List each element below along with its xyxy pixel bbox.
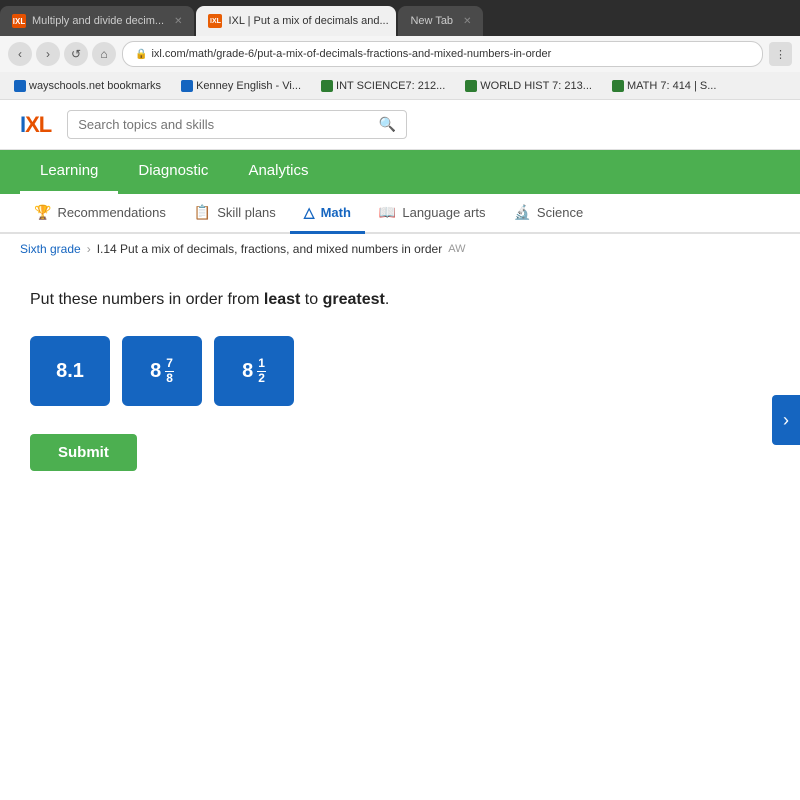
bookmark-2[interactable]: Kenney English - Vi... bbox=[175, 78, 307, 94]
skillplans-icon: 📋 bbox=[194, 204, 211, 221]
breadcrumb-topic: I.14 Put a mix of decimals, fractions, a… bbox=[97, 242, 443, 256]
back-button[interactable]: ‹ bbox=[8, 42, 32, 66]
search-input[interactable] bbox=[78, 117, 371, 132]
address-text: ixl.com/math/grade-6/put-a-mix-of-decima… bbox=[151, 48, 551, 60]
ixl-app: IXL 🔍 Learning Diagnostic Analytics 🏆 Re… bbox=[0, 100, 800, 800]
bookmark2-favicon bbox=[181, 80, 193, 92]
nav-analytics[interactable]: Analytics bbox=[228, 150, 328, 194]
tab-3[interactable]: New Tab ✕ bbox=[398, 6, 483, 36]
subnav-recommendations-label: Recommendations bbox=[57, 205, 165, 220]
ixl-subnav: 🏆 Recommendations 📋 Skill plans △ Math 📖… bbox=[0, 194, 800, 234]
question-text: Put these numbers in order from least to… bbox=[30, 288, 770, 312]
ixl-nav: Learning Diagnostic Analytics bbox=[0, 150, 800, 194]
tile3-whole: 8 bbox=[242, 360, 253, 383]
subnav-skillplans-label: Skill plans bbox=[217, 205, 276, 220]
subnav-languagearts[interactable]: 📖 Language arts bbox=[365, 194, 500, 234]
forward-button[interactable]: › bbox=[36, 42, 60, 66]
bookmark-5[interactable]: MATH 7: 414 | S... bbox=[606, 78, 722, 94]
breadcrumb: Sixth grade › I.14 Put a mix of decimals… bbox=[0, 234, 800, 264]
tab-2[interactable]: IXL IXL | Put a mix of decimals and... ✕ bbox=[196, 6, 396, 36]
nav-learning-label: Learning bbox=[40, 162, 98, 179]
tab2-favicon: IXL bbox=[208, 14, 222, 28]
number-tiles: 8.1 8 7 8 8 1 2 bbox=[30, 336, 770, 406]
bookmark-3[interactable]: INT SCIENCE7: 212... bbox=[315, 78, 451, 94]
nav-analytics-label: Analytics bbox=[248, 162, 308, 179]
address-bar-row: ‹ › ↺ ⌂ 🔒 ixl.com/math/grade-6/put-a-mix… bbox=[0, 36, 800, 72]
bookmark-1[interactable]: wayschools.net bookmarks bbox=[8, 78, 167, 94]
tile-2[interactable]: 8 7 8 bbox=[122, 336, 202, 406]
tile2-denominator: 8 bbox=[165, 372, 174, 385]
question-suffix: . bbox=[385, 291, 389, 308]
breadcrumb-code: AW bbox=[448, 243, 465, 255]
nav-buttons: ‹ › ↺ ⌂ bbox=[8, 42, 116, 66]
tile3-fraction: 1 2 bbox=[257, 357, 266, 384]
subnav-recommendations[interactable]: 🏆 Recommendations bbox=[20, 194, 180, 234]
tile2-numerator: 7 bbox=[165, 357, 174, 371]
subnav-skillplans[interactable]: 📋 Skill plans bbox=[180, 194, 290, 234]
extensions-button[interactable]: ⋮ bbox=[769, 42, 792, 66]
bookmark1-label: wayschools.net bookmarks bbox=[29, 80, 161, 92]
nav-diagnostic[interactable]: Diagnostic bbox=[118, 150, 228, 194]
tab-1[interactable]: IXL Multiply and divide decim... ✕ bbox=[0, 6, 194, 36]
bookmark5-label: MATH 7: 414 | S... bbox=[627, 80, 716, 92]
ixl-search-box[interactable]: 🔍 bbox=[67, 110, 407, 139]
tile1-value: 8.1 bbox=[56, 360, 84, 383]
bookmark1-favicon bbox=[14, 80, 26, 92]
home-button[interactable]: ⌂ bbox=[92, 42, 116, 66]
ixl-content: Put these numbers in order from least to… bbox=[0, 264, 800, 800]
bookmark4-favicon bbox=[465, 80, 477, 92]
tile2-fraction: 7 8 bbox=[165, 357, 174, 384]
tab3-label: New Tab bbox=[410, 15, 453, 27]
subnav-math-label: Math bbox=[321, 205, 351, 220]
math-icon: △ bbox=[304, 204, 315, 221]
tab1-favicon: IXL bbox=[12, 14, 26, 28]
tile3-denominator: 2 bbox=[257, 372, 266, 385]
ixl-logo[interactable]: IXL bbox=[20, 112, 51, 138]
tab2-label: IXL | Put a mix of decimals and... bbox=[228, 15, 388, 27]
tile-3[interactable]: 8 1 2 bbox=[214, 336, 294, 406]
bookmark2-label: Kenney English - Vi... bbox=[196, 80, 301, 92]
nav-diagnostic-label: Diagnostic bbox=[138, 162, 208, 179]
submit-button[interactable]: Submit bbox=[30, 434, 137, 471]
subnav-languagearts-label: Language arts bbox=[402, 205, 485, 220]
tab1-close[interactable]: ✕ bbox=[174, 16, 182, 27]
bookmark5-favicon bbox=[612, 80, 624, 92]
subnav-science[interactable]: 🔬 Science bbox=[499, 194, 597, 234]
tile-1[interactable]: 8.1 bbox=[30, 336, 110, 406]
nav-learning[interactable]: Learning bbox=[20, 150, 118, 194]
languagearts-icon: 📖 bbox=[379, 204, 396, 221]
address-input[interactable]: 🔒 ixl.com/math/grade-6/put-a-mix-of-deci… bbox=[122, 41, 763, 67]
question-greatest: greatest bbox=[323, 291, 385, 308]
breadcrumb-separator: › bbox=[87, 242, 91, 256]
bookmark-4[interactable]: WORLD HIST 7: 213... bbox=[459, 78, 598, 94]
logo-xl: XL bbox=[25, 112, 51, 137]
bookmarks-bar: wayschools.net bookmarks Kenney English … bbox=[0, 72, 800, 100]
subnav-science-label: Science bbox=[537, 205, 583, 220]
tab3-close[interactable]: ✕ bbox=[463, 16, 471, 27]
right-arrow-button[interactable]: › bbox=[772, 395, 800, 445]
tab1-label: Multiply and divide decim... bbox=[32, 15, 164, 27]
ixl-header: IXL 🔍 bbox=[0, 100, 800, 150]
reload-button[interactable]: ↺ bbox=[64, 42, 88, 66]
tile2-whole: 8 bbox=[150, 360, 161, 383]
bookmark3-label: INT SCIENCE7: 212... bbox=[336, 80, 445, 92]
question-least: least bbox=[264, 291, 300, 308]
tile3-content: 8 1 2 bbox=[242, 357, 266, 384]
question-prefix: Put these numbers in order from bbox=[30, 291, 264, 308]
search-icon: 🔍 bbox=[379, 116, 396, 133]
bookmark4-label: WORLD HIST 7: 213... bbox=[480, 80, 592, 92]
subnav-math[interactable]: △ Math bbox=[290, 194, 365, 234]
question-middle: to bbox=[300, 291, 322, 308]
tile3-numerator: 1 bbox=[257, 357, 266, 371]
tab-bar: IXL Multiply and divide decim... ✕ IXL I… bbox=[0, 0, 800, 36]
submit-label: Submit bbox=[58, 444, 109, 461]
breadcrumb-grade[interactable]: Sixth grade bbox=[20, 242, 81, 256]
browser-frame: IXL Multiply and divide decim... ✕ IXL I… bbox=[0, 0, 800, 100]
bookmark3-favicon bbox=[321, 80, 333, 92]
science-icon: 🔬 bbox=[513, 204, 530, 221]
lock-icon: 🔒 bbox=[135, 49, 147, 60]
tile2-content: 8 7 8 bbox=[150, 357, 174, 384]
recommendations-icon: 🏆 bbox=[34, 204, 51, 221]
